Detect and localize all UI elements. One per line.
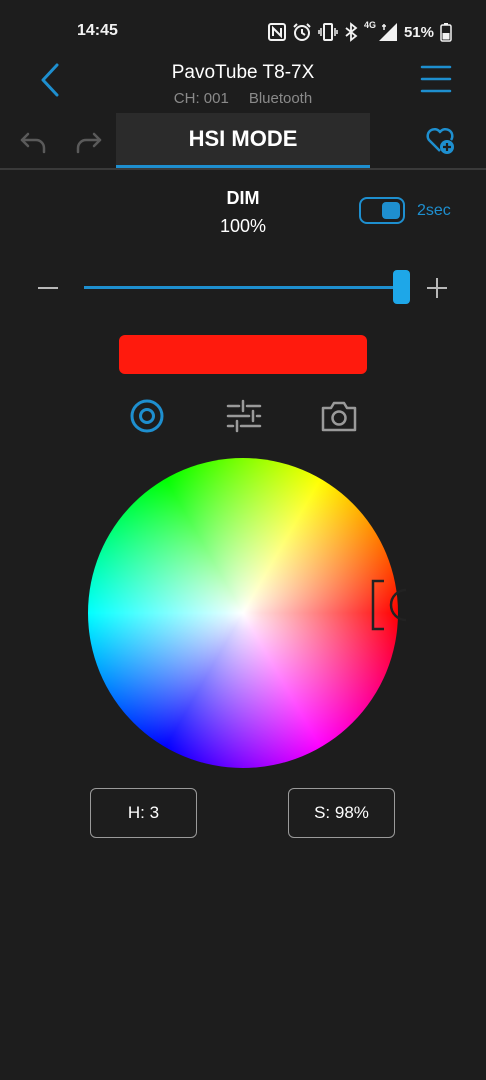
color-wheel[interactable] [88,458,398,768]
increase-dim-button[interactable] [425,276,449,300]
device-subtitle: CH: 001 Bluetooth [0,90,486,107]
decrease-dim-button[interactable] [36,278,60,298]
sliders-icon [226,399,262,433]
color-wheel-picker[interactable] [370,579,407,631]
color-preview [119,335,367,374]
bluetooth-icon [345,22,358,42]
dim-value: 100% [219,216,267,236]
dim-slider-track[interactable] [84,286,402,289]
dim-slider-fill [84,286,402,289]
tab-divider [0,168,486,170]
add-favorite-button[interactable] [424,124,456,156]
color-wheel-icon [130,399,164,433]
color-wheel-mode-button[interactable] [129,398,165,434]
heart-plus-icon [426,127,454,154]
camera-mode-button[interactable] [319,398,359,434]
camera-icon [321,401,357,432]
connection-label: Bluetooth [248,90,313,107]
hue-value-box[interactable]: H: 3 [90,788,197,838]
channel-label: CH: 001 [173,90,229,107]
sliders-mode-button[interactable] [225,398,263,434]
status-time: 14:45 [77,22,118,39]
nfc-icon [267,23,286,41]
menu-button[interactable] [418,62,454,96]
undo-button[interactable] [18,128,48,156]
tab-hsi-mode[interactable]: HSI MODE [116,113,370,168]
alarm-icon [293,23,311,41]
fade-toggle[interactable] [359,197,405,224]
battery-icon [440,23,452,42]
battery-percent: 51% [403,23,434,41]
fade-toggle-knob [382,202,400,219]
hamburger-menu-icon [420,65,452,93]
vibrate-icon [318,23,338,41]
status-icons: 4G 51% [267,20,452,44]
dim-label: DIM [226,188,260,208]
device-name: PavoTube T8-7X [171,62,315,83]
dim-slider-thumb[interactable] [393,270,410,304]
network-type-label: 4G [363,20,376,30]
fade-duration-label[interactable]: 2sec [417,202,451,220]
redo-icon [76,132,102,154]
redo-button[interactable] [74,128,104,156]
undo-icon [20,132,46,154]
signal-icon [378,23,397,41]
saturation-value-box[interactable]: S: 98% [288,788,395,838]
